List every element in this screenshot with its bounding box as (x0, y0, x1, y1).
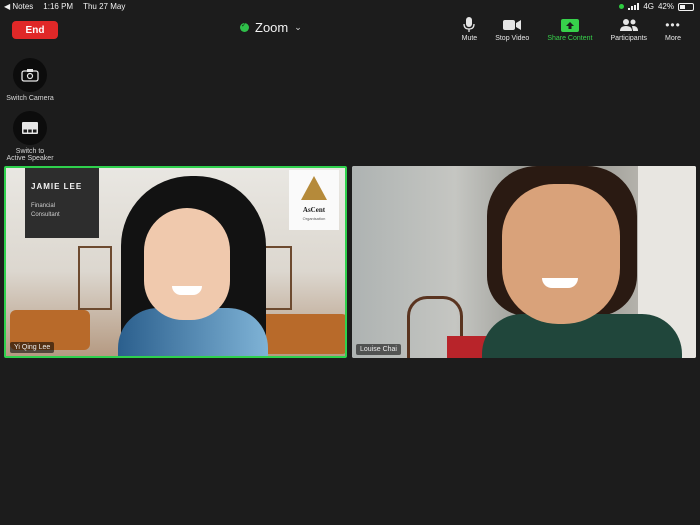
stop-video-label: Stop Video (495, 35, 530, 42)
company-logo: AsCent Organisation (289, 170, 339, 230)
participants-icon (619, 17, 638, 33)
battery-percent: 42% (657, 2, 674, 11)
encryption-shield-icon (240, 21, 249, 32)
more-button[interactable]: ••• More (656, 17, 690, 42)
share-content-label: Share Content (547, 35, 593, 42)
mute-button[interactable]: Mute (453, 17, 487, 42)
shelf-decor (78, 246, 112, 310)
signal-strength-icon (628, 3, 640, 10)
logo-text: AsCent (302, 206, 326, 214)
participants-label: Participants (610, 35, 648, 42)
smile-decor (172, 286, 202, 295)
banner-title-line1: Financial (31, 203, 56, 209)
camera-rotate-icon (13, 58, 47, 92)
participant-name-tag: Yi Qing Lee (10, 342, 55, 353)
switch-speaker-label-line1: Switch to (15, 148, 45, 155)
back-to-app-link[interactable]: ◀ Notes (4, 2, 33, 11)
stop-video-button[interactable]: Stop Video (486, 17, 538, 42)
more-dots-icon: ••• (665, 18, 681, 32)
switch-camera-label: Switch Camera (6, 95, 54, 102)
status-bar: ◀ Notes 1:16 PM Thu 27 May 4G 42% (0, 0, 700, 13)
participant-name-tag: Louise Chai (356, 344, 401, 355)
microphone-icon (463, 17, 476, 33)
video-tile-yi-qing-lee[interactable]: JAMIE LEE Financial Consultant AsCent Or… (4, 166, 347, 358)
meeting-toolbar: Mute Stop Video Share Content Participan… (453, 17, 690, 42)
logo-triangle-icon (301, 176, 327, 200)
meeting-title-dropdown[interactable]: Zoom ⌄ (240, 20, 302, 35)
logo-subtext: Organisation (302, 216, 326, 221)
switch-to-active-speaker-button[interactable]: Switch to Active Speaker (5, 111, 55, 162)
sofa-decor (258, 314, 345, 354)
name-banner: JAMIE LEE Financial Consultant (25, 168, 99, 238)
camera-in-use-indicator-icon (619, 4, 625, 9)
active-speaker-layout-icon (13, 111, 47, 145)
battery-icon (678, 2, 694, 11)
network-type: 4G (643, 2, 654, 11)
participant-video-face (502, 184, 620, 324)
share-content-button[interactable]: Share Content (538, 17, 601, 42)
status-date: Thu 27 May (83, 2, 126, 11)
switch-speaker-label-line2: Active Speaker (6, 155, 54, 162)
more-label: More (665, 35, 681, 42)
smile-decor (542, 278, 578, 288)
video-camera-icon (503, 17, 522, 33)
meeting-title: Zoom (255, 20, 289, 35)
end-meeting-button[interactable]: End (12, 21, 58, 39)
banner-title-line2: Consultant (31, 212, 60, 218)
cloth-decor (447, 336, 487, 358)
video-tile-louise-chai[interactable]: Louise Chai (352, 166, 696, 358)
status-time: 1:16 PM (43, 2, 74, 11)
share-screen-icon (560, 17, 579, 33)
chevron-down-icon: ⌄ (294, 22, 302, 32)
mute-label: Mute (461, 35, 478, 42)
switch-camera-button[interactable]: Switch Camera (5, 58, 55, 102)
banner-name: JAMIE LEE (31, 182, 83, 191)
banner-title: Financial Consultant (31, 202, 60, 220)
participant-video-face (144, 208, 230, 320)
participants-button[interactable]: Participants (601, 17, 656, 42)
